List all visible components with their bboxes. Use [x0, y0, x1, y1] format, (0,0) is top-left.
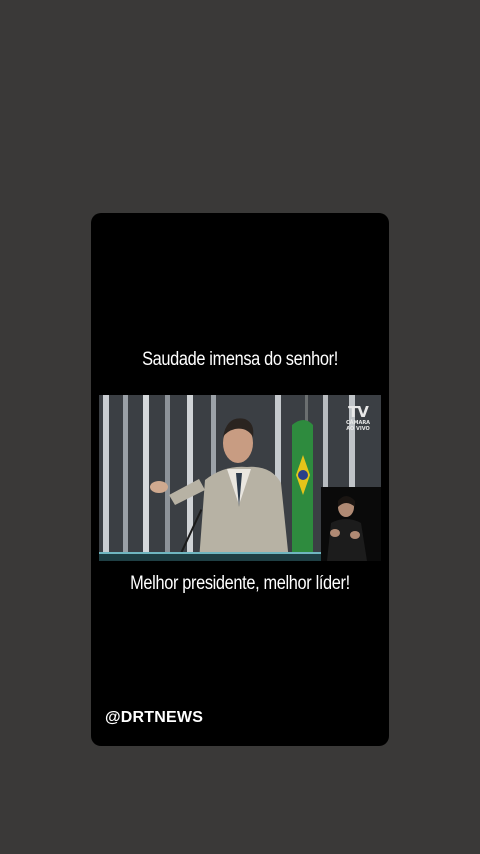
- tv-logo-line2: AO VIVO: [346, 426, 370, 432]
- account-watermark: @DRTNEWS: [105, 709, 204, 726]
- story-viewer: Saudade imensa do senhor! TV CÂMARA AO V…: [0, 0, 480, 854]
- tv-camara-logo: TV CÂMARA AO VIVO: [343, 403, 373, 433]
- tv-logo-mark: TV: [348, 403, 369, 421]
- video-frame[interactable]: TV CÂMARA AO VIVO: [99, 395, 381, 561]
- caption-bottom: Melhor presidente, melhor líder!: [130, 573, 350, 594]
- story-card[interactable]: Saudade imensa do senhor! TV CÂMARA AO V…: [91, 213, 389, 746]
- caption-top: Saudade imensa do senhor!: [142, 349, 338, 370]
- video-scene: [99, 395, 381, 561]
